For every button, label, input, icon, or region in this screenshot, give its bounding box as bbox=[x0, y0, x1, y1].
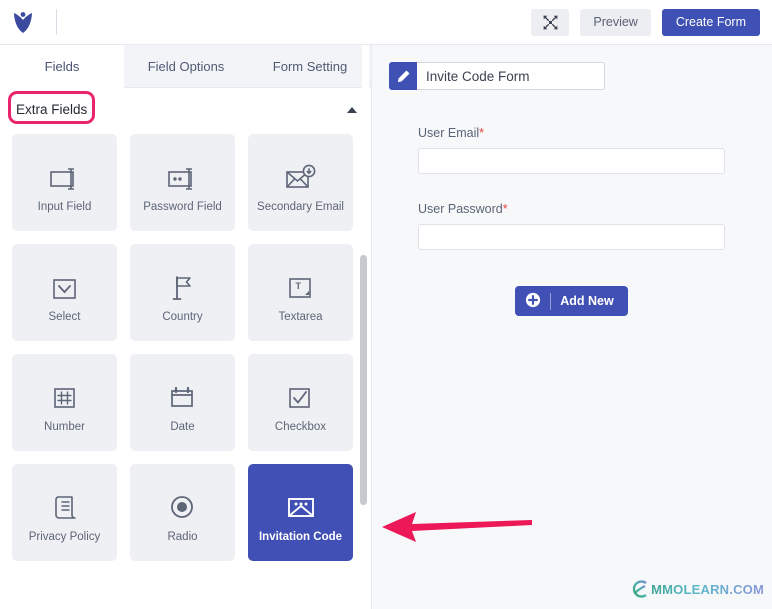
tile-country[interactable]: Country bbox=[130, 244, 235, 341]
tile-privacy-policy[interactable]: Privacy Policy bbox=[12, 464, 117, 561]
watermark-text: MMOLEARN.COM bbox=[651, 581, 764, 597]
tab-form-setting[interactable]: Form Setting bbox=[248, 45, 371, 88]
tab-fields[interactable]: Fields bbox=[0, 45, 124, 88]
tile-number[interactable]: Number bbox=[12, 354, 117, 451]
password-field-icon bbox=[167, 152, 199, 192]
secondary-email-icon bbox=[285, 152, 317, 192]
tab-field-options-label: Field Options bbox=[147, 58, 225, 74]
svg-text:T: T bbox=[295, 281, 301, 291]
create-form-label: Create Form bbox=[675, 15, 746, 29]
preview-label: Preview bbox=[593, 15, 638, 29]
required-marker: * bbox=[502, 202, 508, 216]
field-user-password: User Password* bbox=[418, 202, 725, 250]
tab-form-setting-label: Form Setting bbox=[272, 58, 348, 74]
plus-circle-icon bbox=[525, 292, 541, 311]
field-label: User Email* bbox=[418, 126, 725, 140]
tile-invitation-code[interactable]: Invitation Code bbox=[248, 464, 353, 561]
extra-fields-section-header[interactable]: Extra Fields bbox=[0, 88, 371, 131]
tile-label: Secondary Email bbox=[257, 200, 344, 213]
input-field-icon bbox=[49, 152, 81, 192]
fields-scrollbar-thumb[interactable] bbox=[360, 255, 367, 505]
calendar-icon bbox=[169, 372, 197, 412]
field-user-email: User Email* bbox=[418, 126, 725, 174]
radio-button-icon bbox=[169, 482, 197, 522]
tile-label: Privacy Policy bbox=[28, 530, 101, 543]
preview-button[interactable]: Preview bbox=[580, 8, 651, 36]
chevron-up-icon[interactable] bbox=[347, 106, 357, 113]
textarea-icon: T bbox=[287, 262, 315, 302]
tile-label: Password Field bbox=[143, 200, 222, 213]
field-tiles-grid: Input Field Password Field Secondary Ema… bbox=[0, 131, 360, 561]
field-label: User Password* bbox=[418, 202, 725, 216]
tile-label: Date bbox=[170, 420, 195, 433]
extra-fields-title: Extra Fields bbox=[16, 102, 88, 117]
tile-label: Checkbox bbox=[274, 420, 327, 433]
add-new-row: Add New bbox=[418, 286, 725, 316]
pencil-icon[interactable] bbox=[389, 62, 417, 90]
form-title-row bbox=[389, 62, 772, 90]
tab-field-options[interactable]: Field Options bbox=[124, 45, 248, 88]
header-actions: Preview Create Form bbox=[531, 8, 772, 36]
form-preview-panel: User Email* User Password* Add New bbox=[372, 45, 772, 609]
add-new-button[interactable]: Add New bbox=[515, 286, 628, 316]
panel-tabs: Fields Field Options Form Setting bbox=[0, 45, 371, 88]
flag-icon bbox=[169, 262, 197, 302]
number-hash-icon bbox=[51, 372, 79, 412]
collapse-arrows-button[interactable] bbox=[531, 8, 570, 36]
tab-fields-label: Fields bbox=[44, 58, 80, 74]
tile-date[interactable]: Date bbox=[130, 354, 235, 451]
tile-radio[interactable]: Radio bbox=[130, 464, 235, 561]
tile-input-field[interactable]: Input Field bbox=[12, 134, 117, 231]
create-form-button[interactable]: Create Form bbox=[661, 8, 760, 36]
invitation-mail-icon bbox=[285, 482, 317, 522]
tile-label: Country bbox=[162, 310, 203, 323]
user-email-input[interactable] bbox=[418, 148, 725, 174]
tile-label: Invitation Code bbox=[258, 530, 343, 543]
tile-password-field[interactable]: Password Field bbox=[130, 134, 235, 231]
user-password-input[interactable] bbox=[418, 224, 725, 250]
tile-textarea[interactable]: T Textarea bbox=[248, 244, 353, 341]
tile-checkbox[interactable]: Checkbox bbox=[248, 354, 353, 451]
tile-label: Select bbox=[48, 310, 81, 323]
form-title-input[interactable] bbox=[417, 62, 605, 90]
fields-scrollbar-track[interactable] bbox=[360, 45, 369, 609]
app-header: Preview Create Form bbox=[0, 0, 772, 45]
brand-logo[interactable] bbox=[0, 0, 46, 45]
tile-label: Number bbox=[44, 420, 85, 433]
tile-secondary-email[interactable]: Secondary Email bbox=[248, 134, 353, 231]
tile-select[interactable]: Select bbox=[12, 244, 117, 341]
tile-label: Textarea bbox=[278, 310, 323, 323]
tile-label: Radio bbox=[167, 530, 198, 543]
select-dropdown-icon bbox=[51, 262, 79, 302]
brand-logo-icon bbox=[14, 12, 32, 33]
field-label-text: User Email bbox=[418, 126, 480, 140]
document-scroll-icon bbox=[51, 482, 79, 522]
button-divider bbox=[550, 292, 552, 310]
form-fields-area: User Email* User Password* Add New bbox=[372, 90, 772, 316]
field-label-text: User Password bbox=[418, 202, 503, 216]
header-divider bbox=[56, 9, 57, 35]
checkbox-icon bbox=[287, 372, 315, 412]
fields-panel: Fields Field Options Form Setting Extra … bbox=[0, 45, 372, 609]
add-new-label: Add New bbox=[560, 294, 614, 308]
mmolearn-logo-icon bbox=[632, 580, 647, 598]
watermark: MMOLEARN.COM bbox=[630, 579, 764, 599]
tile-label: Input Field bbox=[37, 200, 92, 213]
required-marker: * bbox=[479, 126, 484, 140]
collapse-arrows-icon bbox=[543, 14, 558, 30]
